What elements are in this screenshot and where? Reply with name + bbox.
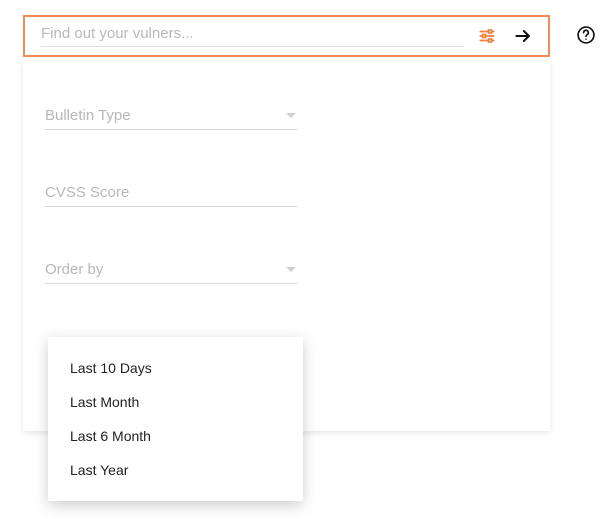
- popup-item[interactable]: Last Month: [48, 385, 303, 419]
- submit-arrow-icon[interactable]: [512, 25, 534, 47]
- cvss-score-label: CVSS Score: [45, 184, 298, 201]
- popup-item[interactable]: Last 10 Days: [48, 351, 303, 385]
- search-bar: [23, 15, 550, 57]
- cvss-score-field[interactable]: CVSS Score: [45, 184, 298, 207]
- popup-item[interactable]: Last Year: [48, 453, 303, 487]
- order-by-label: Order by: [45, 261, 286, 278]
- filters-icon[interactable]: [476, 25, 498, 47]
- search-input[interactable]: [41, 25, 464, 47]
- bulletin-type-field[interactable]: Bulletin Type: [45, 107, 298, 130]
- popup-item[interactable]: Last 6 Month: [48, 419, 303, 453]
- order-by-field[interactable]: Order by: [45, 261, 298, 284]
- bulletin-type-label: Bulletin Type: [45, 107, 286, 124]
- time-range-popup: Last 10 Days Last Month Last 6 Month Las…: [48, 337, 303, 501]
- chevron-down-icon: [286, 267, 296, 272]
- help-icon[interactable]: [575, 24, 597, 46]
- chevron-down-icon: [286, 113, 296, 118]
